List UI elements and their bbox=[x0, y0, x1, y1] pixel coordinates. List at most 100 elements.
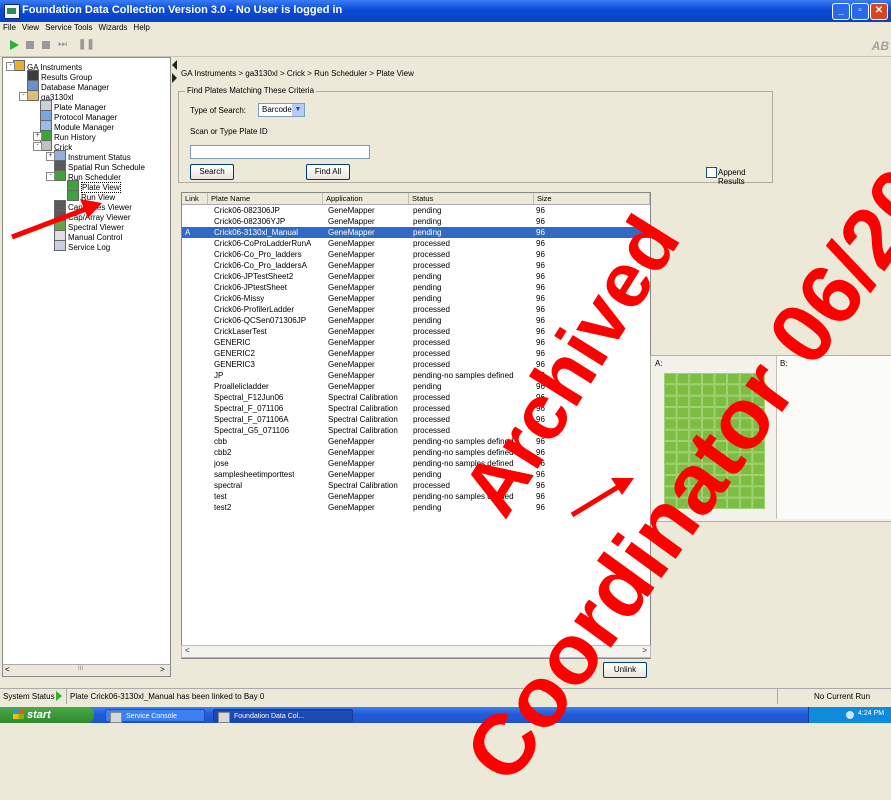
table-row[interactable]: jose GeneMapper pending-no samples defined… bbox=[182, 458, 650, 469]
table-row[interactable]: Crick06-ProfilerLadder GeneMapper processe… bbox=[182, 304, 650, 315]
table-row[interactable]: GENERIC2 GeneMapper processed 96 bbox=[182, 348, 650, 359]
plate-well[interactable] bbox=[676, 486, 690, 498]
table-row[interactable]: Crick06-082306JP GeneMapper pending 96 bbox=[182, 205, 650, 216]
plate-well[interactable] bbox=[702, 441, 715, 453]
plate-well[interactable] bbox=[727, 418, 740, 430]
plate-well[interactable] bbox=[727, 395, 740, 407]
append-results-checkbox[interactable] bbox=[706, 167, 717, 178]
plate-well[interactable] bbox=[664, 486, 677, 498]
start-button[interactable]: start bbox=[0, 707, 94, 723]
taskbar-item-foundation[interactable]: Foundation Data Col... bbox=[213, 709, 353, 723]
scroll-right-arrow[interactable]: > bbox=[160, 665, 165, 674]
plate-well[interactable] bbox=[676, 407, 690, 419]
plate-well[interactable] bbox=[676, 463, 690, 475]
table-row[interactable]: test2 GeneMapper pending 96 bbox=[182, 502, 650, 513]
plate-well[interactable] bbox=[689, 429, 702, 441]
plate-well[interactable] bbox=[739, 486, 753, 498]
plate-well[interactable] bbox=[727, 441, 740, 453]
plate-well[interactable] bbox=[714, 395, 728, 407]
plate-well[interactable] bbox=[727, 384, 740, 396]
table-horizontal-scrollbar[interactable]: < > bbox=[181, 645, 651, 658]
plate-well[interactable] bbox=[702, 486, 715, 498]
table-row[interactable]: A Crick06-3130xl_Manual GeneMapper pending 9… bbox=[182, 227, 650, 238]
tree-item[interactable]: Service Log bbox=[54, 240, 110, 252]
plate-well[interactable] bbox=[727, 452, 740, 464]
table-row[interactable]: JP GeneMapper pending-no samples defined 96 bbox=[182, 370, 650, 381]
plate-well[interactable] bbox=[739, 463, 753, 475]
table-row[interactable]: cbb GeneMapper pending-no samples defined 9… bbox=[182, 436, 650, 447]
plate-well[interactable] bbox=[664, 452, 677, 464]
plate-well[interactable] bbox=[689, 384, 702, 396]
stop-module-icon[interactable] bbox=[42, 41, 50, 49]
column-header-link[interactable]: Link bbox=[182, 193, 208, 204]
scroll-grip[interactable]: III bbox=[78, 666, 83, 672]
column-header-plate-name[interactable]: Plate Name bbox=[208, 193, 323, 204]
plate-well[interactable] bbox=[676, 475, 690, 487]
plate-well[interactable] bbox=[752, 384, 765, 396]
expand-right-icon[interactable] bbox=[172, 73, 177, 83]
tree-expander-icon[interactable]: + bbox=[33, 132, 42, 141]
column-header-size[interactable]: Size bbox=[534, 193, 650, 204]
plate-well[interactable] bbox=[752, 452, 765, 464]
plate-well[interactable] bbox=[702, 452, 715, 464]
plate-well[interactable] bbox=[714, 407, 728, 419]
table-row[interactable]: samplesheetimporttest GeneMapper pending 96 bbox=[182, 469, 650, 480]
table-row[interactable]: Spectral_G5_071106 Spectral Calibration pr… bbox=[182, 425, 650, 436]
tree-expander-icon[interactable]: - bbox=[33, 142, 42, 151]
table-row[interactable]: Crick06-JPTestSheet2 GeneMapper pending 96 bbox=[182, 271, 650, 282]
table-row[interactable]: Crick06-Co_Pro_laddersA GeneMapper process… bbox=[182, 260, 650, 271]
table-row[interactable]: CrickLaserTest GeneMapper processed 96 bbox=[182, 326, 650, 337]
table-row[interactable]: Crick06-Missy GeneMapper pending 96 bbox=[182, 293, 650, 304]
plate-well[interactable] bbox=[664, 407, 677, 419]
plate-well[interactable] bbox=[702, 475, 715, 487]
plate-well[interactable] bbox=[752, 395, 765, 407]
plate-well[interactable] bbox=[752, 373, 765, 385]
table-row[interactable]: Spectral_F12Jun06 Spectral Calibration pro… bbox=[182, 392, 650, 403]
plate-well[interactable] bbox=[752, 429, 765, 441]
plate-well[interactable] bbox=[739, 395, 753, 407]
plate-well[interactable] bbox=[714, 441, 728, 453]
plate-well[interactable] bbox=[676, 384, 690, 396]
tree-horizontal-scrollbar[interactable]: < III > bbox=[3, 664, 170, 676]
plate-well[interactable] bbox=[714, 463, 728, 475]
plate-well[interactable] bbox=[689, 497, 702, 509]
stop-icon[interactable] bbox=[26, 41, 34, 49]
plate-well[interactable] bbox=[676, 395, 690, 407]
plate-well[interactable] bbox=[727, 429, 740, 441]
pause-icon[interactable]: ❚❚ bbox=[78, 39, 95, 50]
table-row[interactable]: Crick06-Co_Pro_ladders GeneMapper processe… bbox=[182, 249, 650, 260]
plate-well[interactable] bbox=[702, 429, 715, 441]
collapse-left-icon[interactable] bbox=[172, 60, 177, 70]
plate-b-area[interactable] bbox=[776, 356, 891, 519]
table-row[interactable]: cbb2 GeneMapper pending-no samples defined… bbox=[182, 447, 650, 458]
plate-well[interactable] bbox=[702, 373, 715, 385]
plate-well[interactable] bbox=[752, 418, 765, 430]
plate-well[interactable] bbox=[676, 497, 690, 509]
plate-well[interactable] bbox=[739, 407, 753, 419]
menu-service-tools[interactable]: Service Tools bbox=[42, 22, 95, 33]
menu-view[interactable]: View bbox=[19, 22, 42, 33]
tree-expander-icon[interactable]: - bbox=[46, 172, 55, 181]
plate-well[interactable] bbox=[702, 407, 715, 419]
table-row[interactable]: GENERIC GeneMapper processed 96 bbox=[182, 337, 650, 348]
plate-well[interactable] bbox=[676, 373, 690, 385]
plate-well[interactable] bbox=[727, 373, 740, 385]
plate-well[interactable] bbox=[714, 384, 728, 396]
plate-well[interactable] bbox=[714, 452, 728, 464]
tray-speaker-icon[interactable] bbox=[846, 711, 854, 719]
table-row[interactable]: Crick06-JPtestSheet GeneMapper pending 96 bbox=[182, 282, 650, 293]
plate-well[interactable] bbox=[689, 407, 702, 419]
plate-well[interactable] bbox=[664, 395, 677, 407]
tree-expander-icon[interactable]: + bbox=[46, 152, 55, 161]
plate-well[interactable] bbox=[714, 486, 728, 498]
plate-well[interactable] bbox=[664, 497, 677, 509]
plate-well[interactable] bbox=[739, 497, 753, 509]
plate-well[interactable] bbox=[664, 463, 677, 475]
column-header-status[interactable]: Status bbox=[409, 193, 534, 204]
table-row[interactable]: GENERIC3 GeneMapper processed 96 bbox=[182, 359, 650, 370]
column-header-application[interactable]: Application bbox=[323, 193, 409, 204]
plate-well[interactable] bbox=[702, 395, 715, 407]
plate-well[interactable] bbox=[689, 373, 702, 385]
plate-well[interactable] bbox=[739, 429, 753, 441]
plate-well[interactable] bbox=[676, 418, 690, 430]
